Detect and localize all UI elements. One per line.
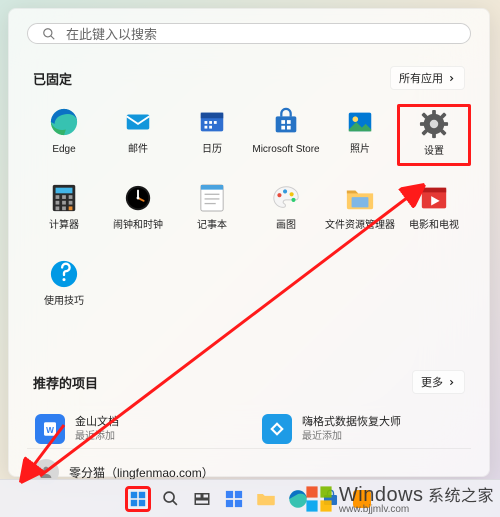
app-tile-tips[interactable]: 使用技巧 xyxy=(27,256,101,318)
movies-icon xyxy=(418,182,450,214)
app-tile-notepad[interactable]: 记事本 xyxy=(175,180,249,242)
paint-icon xyxy=(270,182,302,214)
app-tile-clock[interactable]: 闹钟和时钟 xyxy=(101,180,175,242)
app-tile-movies-tv[interactable]: 电影和电视 xyxy=(397,180,471,242)
search-icon xyxy=(162,490,179,507)
tips-icon xyxy=(48,258,80,290)
windows-logo-icon xyxy=(305,485,333,513)
taskbar-start-button[interactable] xyxy=(125,486,151,512)
pinned-header: 已固定 所有应用 xyxy=(27,66,471,90)
task-view-icon xyxy=(193,490,211,508)
folder-icon xyxy=(256,491,276,507)
recommended-title: 推荐的项目 xyxy=(33,373,98,392)
chevron-right-icon xyxy=(447,378,456,387)
windows-logo-icon xyxy=(130,490,146,508)
search-placeholder: 在此键入以搜索 xyxy=(66,24,157,43)
watermark: Windows 系统之家 www.bjjmlv.com xyxy=(305,482,494,515)
recommended-item[interactable]: 嗨格式数据恢复大师 最近添加 xyxy=(258,410,467,448)
more-button[interactable]: 更多 xyxy=(412,370,465,394)
taskbar-search-button[interactable] xyxy=(157,486,183,512)
calendar-icon xyxy=(196,106,228,138)
search-icon xyxy=(42,27,56,41)
notepad-icon xyxy=(196,182,228,214)
pinned-title: 已固定 xyxy=(33,69,72,88)
start-menu: 在此键入以搜索 已固定 所有应用 Edge 邮件 日历 xyxy=(8,8,490,477)
app-tile-file-explorer[interactable]: 文件资源管理器 xyxy=(323,180,397,242)
chevron-right-icon xyxy=(447,74,456,83)
data-recovery-icon xyxy=(262,414,292,444)
recommended-header: 推荐的项目 更多 xyxy=(27,370,471,394)
all-apps-button[interactable]: 所有应用 xyxy=(390,66,465,90)
pinned-grid: Edge 邮件 日历 Microsoft Store 照片 xyxy=(27,100,471,322)
gear-icon xyxy=(418,108,450,140)
taskbar-widgets-button[interactable] xyxy=(221,486,247,512)
user-display-name[interactable]: 零分猫（lingfenmao.com） xyxy=(69,464,214,481)
edge-icon xyxy=(48,106,80,138)
kingsoft-docs-icon: W xyxy=(35,414,65,444)
app-tile-photos[interactable]: 照片 xyxy=(323,104,397,166)
search-input[interactable]: 在此键入以搜索 xyxy=(27,23,471,44)
store-icon xyxy=(270,106,302,138)
recommended-item[interactable]: W 金山文档 最近添加 xyxy=(31,410,240,448)
taskbar-task-view-button[interactable] xyxy=(189,486,215,512)
app-tile-microsoft-store[interactable]: Microsoft Store xyxy=(249,104,323,166)
app-tile-edge[interactable]: Edge xyxy=(27,104,101,166)
recommended-list: W 金山文档 最近添加 嗨格式数据恢复大师 最近添加 xyxy=(27,404,471,448)
app-tile-calculator[interactable]: 计算器 xyxy=(27,180,101,242)
mail-icon xyxy=(122,106,154,138)
person-icon xyxy=(38,464,54,480)
calculator-icon xyxy=(48,182,80,214)
widgets-icon xyxy=(225,490,243,508)
clock-icon xyxy=(122,182,154,214)
folder-icon xyxy=(344,182,376,214)
svg-text:W: W xyxy=(46,426,54,435)
app-tile-settings[interactable]: 设置 xyxy=(397,104,471,166)
photos-icon xyxy=(344,106,376,138)
app-tile-mail[interactable]: 邮件 xyxy=(101,104,175,166)
app-tile-calendar[interactable]: 日历 xyxy=(175,104,249,166)
taskbar-explorer-button[interactable] xyxy=(253,486,279,512)
app-tile-paint[interactable]: 画图 xyxy=(249,180,323,242)
